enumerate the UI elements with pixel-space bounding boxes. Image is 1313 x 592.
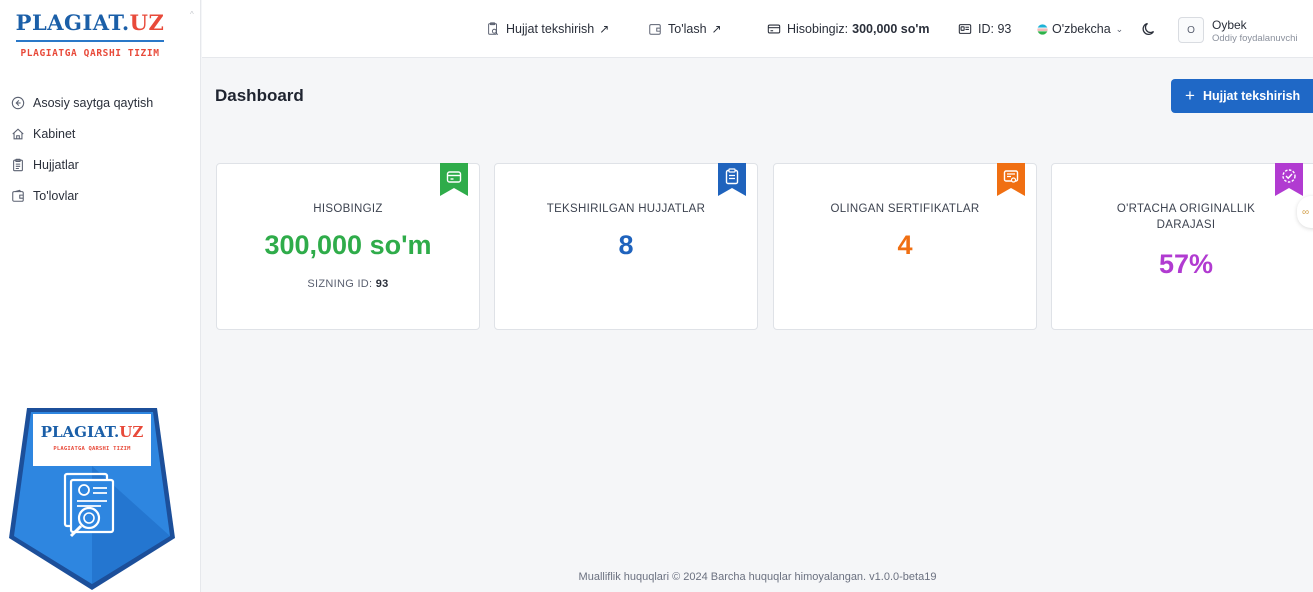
moon-icon [1142,22,1155,36]
wallet-icon [10,188,26,204]
pay-label: To'lash [668,22,707,36]
wallet-ribbon-icon [440,163,468,196]
page-title: Dashboard [215,86,304,105]
balance-label: Hisobingiz: [787,22,849,36]
top-bar: Hujjat tekshirish ↗ To'lash ↗ Hisobingiz… [202,0,1313,58]
wallet-icon [649,24,661,35]
brand-subtitle: PLAGIATGA QARSHI TIZIM [20,48,160,59]
pay-link[interactable]: To'lash ↗ [648,0,722,58]
sidebar-item-kabinet[interactable]: Kabinet [0,118,200,149]
brand-divider [16,40,164,42]
check-document-button[interactable]: + Hujjat tekshirish [1171,79,1313,113]
balance-value: 300,000 so'm [852,22,930,36]
check-document-link[interactable]: Hujjat tekshirish ↗ [486,0,609,58]
document-search-icon [488,22,499,36]
card-value: 57% [1158,249,1214,279]
card-footer: SIZNING ID: 93 [307,278,389,290]
card-value: 4 [897,230,913,260]
badge-title: PLAGIAT.UZ [40,423,144,441]
user-role: Oddiy foydalanuvchi [1212,33,1298,44]
sidebar-item-label: Asosiy saytga qaytish [33,95,154,110]
brand-logo[interactable]: PLAGIAT.UZ PLAGIATGA QARSHI TIZIM [0,0,168,59]
sidebar-item-tolovlar[interactable]: To'lovlar [0,180,200,211]
theme-toggle[interactable] [1141,0,1163,58]
check-document-button-label: Hujjat tekshirish [1202,89,1301,103]
external-arrow-icon: ↗ [711,22,722,36]
card-value: 8 [618,230,634,260]
card-label: OLINGAN SERTIFIKATLAR [830,203,980,215]
clipboard-icon [10,157,26,173]
scroll-up-icon[interactable]: ^ [190,10,198,20]
credit-card-icon [767,24,781,34]
balance-display: Hisobingiz: 300,000 so'm [767,0,929,58]
checked-documents-card: TEKSHIRILGAN HUJJATLAR 8 [494,163,758,330]
uzbekistan-flag-icon [1037,23,1048,35]
id-card-icon [958,24,972,34]
arrow-left-circle-icon [10,95,26,111]
user-name[interactable]: Oybek [1212,18,1247,32]
sidebar-item-hujjatlar[interactable]: Hujjatlar [0,149,200,180]
card-label: O'RTACHA ORIGINALLIK DARAJASI [1116,203,1256,231]
check-badge-ribbon-icon [1275,163,1303,196]
language-select[interactable]: O'zbekcha ⌄ [1037,0,1123,58]
chevron-down-icon: ⌄ [1115,23,1124,34]
sidebar-item-label: Kabinet [33,126,76,141]
card-value: 300,000 so'm [264,230,432,260]
card-label: TEKSHIRILGAN HUJJATLAR [546,203,706,215]
sidebar-item-label: To'lovlar [33,188,79,203]
brand-badge-illustration: PLAGIAT.UZ PLAGIATGA QARSHI TIZIM [7,406,177,592]
sidebar-item-home-site[interactable]: Asosiy saytga qaytish [0,87,200,118]
originality-card: O'RTACHA ORIGINALLIK DARAJASI 57% [1051,163,1313,330]
brand-name: PLAGIAT.UZ [15,10,165,35]
footer-copyright: Mualliflik huquqlari © 2024 Barcha huquq… [578,571,937,583]
sidebar-nav: Asosiy saytga qaytish Kabinet Hujjatlar … [0,87,200,211]
sidebar: PLAGIAT.UZ PLAGIATGA QARSHI TIZIM ^ Asos… [0,0,201,592]
home-icon [10,126,26,142]
check-document-label: Hujjat tekshirish [506,22,595,36]
sidebar-item-label: Hujjatlar [33,157,79,172]
user-id-text: ID: 93 [978,22,1012,36]
badge-subtitle: PLAGIATGA QARSHI TIZIM [53,446,131,452]
external-arrow-icon: ↗ [599,22,610,36]
balance-card: HISOBINGIZ 300,000 so'm SIZNING ID: 93 [216,163,480,330]
avatar[interactable]: O [1178,17,1204,43]
certificate-ribbon-icon [997,163,1025,196]
card-label: HISOBINGIZ [313,203,383,215]
certificates-card: OLINGAN SERTIFIKATLAR 4 [773,163,1037,330]
language-label: O'zbekcha [1052,22,1111,36]
user-id-display: ID: 93 [958,0,1011,58]
clipboard-ribbon-icon [718,163,746,196]
plus-icon: + [1185,86,1195,105]
